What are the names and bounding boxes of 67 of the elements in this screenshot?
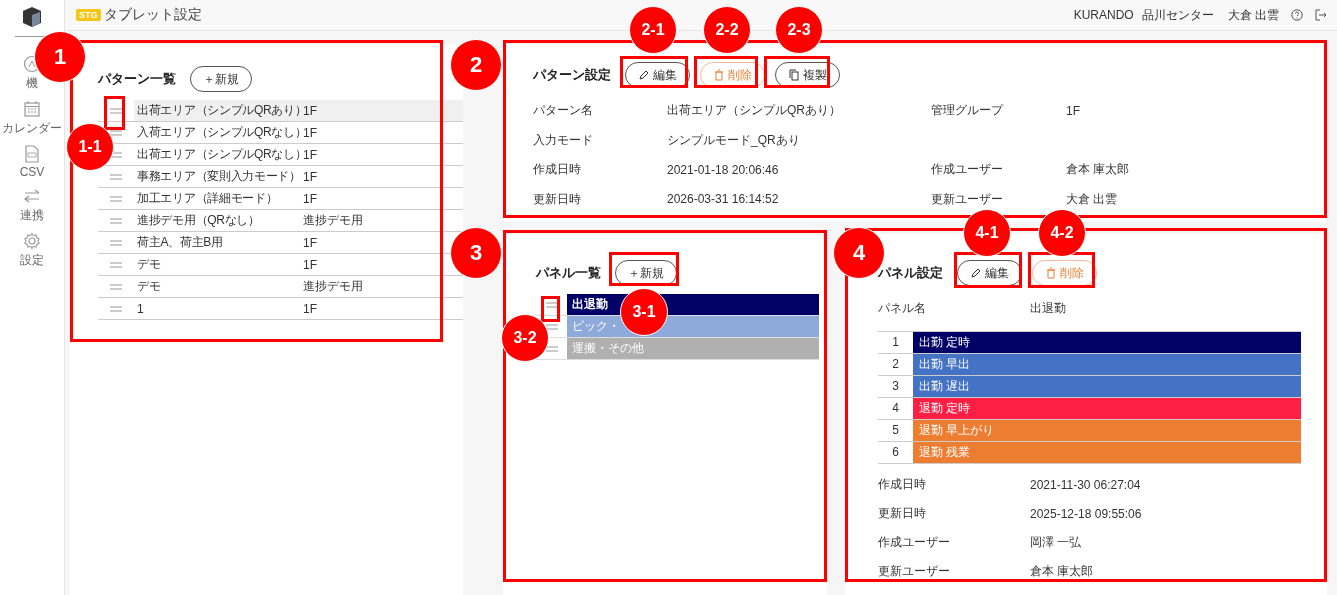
row-number: 1 bbox=[891, 334, 900, 351]
field-value: 1F bbox=[1066, 103, 1081, 118]
panel-button-cell: 出勤 定時 bbox=[913, 332, 1301, 353]
center-name: 品川センター bbox=[1141, 6, 1214, 24]
user-name: 大倉 出雲 bbox=[1227, 6, 1279, 24]
section-title: パターン一覧 bbox=[98, 70, 176, 88]
table-cell-text: デモ bbox=[136, 278, 162, 295]
row-number: 3 bbox=[891, 378, 900, 395]
field-value: 2026-03-31 16:14:52 bbox=[667, 192, 780, 207]
row-number: 2 bbox=[891, 356, 900, 373]
callout-tooltip: 2 bbox=[450, 39, 502, 91]
table-cell-text: 1 bbox=[136, 301, 145, 316]
field-label: 作成日時 bbox=[878, 476, 927, 493]
field-value: 出荷エリア（シンプルQRあり） bbox=[667, 102, 842, 120]
panel-button-cell: 退勤 定時 bbox=[913, 398, 1301, 419]
field-label: 入力モード bbox=[533, 131, 594, 149]
field-value: 大倉 出雲 bbox=[1066, 190, 1119, 208]
field-label: パネル名 bbox=[878, 300, 927, 317]
table-cell-text: 1F bbox=[303, 125, 318, 140]
table-cell-text: 荷主A、荷主B用 bbox=[136, 234, 224, 251]
table-cell-text: 出荷エリア（シンプルQRなし） bbox=[136, 146, 303, 163]
table-cell-text: 1F bbox=[303, 169, 318, 184]
panel-button-cell: 出勤 早出 bbox=[913, 354, 1301, 375]
field-value: 出退勤 bbox=[1030, 300, 1067, 317]
field-label: 更新ユーザー bbox=[931, 190, 1004, 208]
table-cell-text: 入荷エリア（シンプルQRなし） bbox=[136, 124, 303, 141]
table-cell-text: 加工エリア（詳細モード） bbox=[136, 190, 279, 207]
table-cell-text: 進捗デモ用 bbox=[303, 278, 364, 295]
table-cell: 出荷エリア（シンプルQRあり） bbox=[134, 100, 303, 121]
section-title: パネル一覧 bbox=[536, 264, 601, 282]
callout-tooltip: 3 bbox=[450, 227, 502, 279]
table-cell-text: 1F bbox=[303, 301, 318, 316]
field-value: 2025-12-18 09:55:06 bbox=[1030, 506, 1143, 521]
company-name: KURANDO bbox=[1073, 8, 1134, 22]
field-value: 岡澤 一弘 bbox=[1030, 534, 1083, 551]
table-cell: 1F bbox=[303, 100, 463, 121]
field-label: 更新日時 bbox=[533, 190, 582, 208]
field-label: 更新ユーザー bbox=[878, 563, 951, 580]
section-title: パネル設定 bbox=[878, 264, 943, 282]
table-cell-text: 1F bbox=[303, 191, 318, 206]
panel-button-cell: 退勤 早上がり bbox=[913, 420, 1301, 441]
field-label: 作成ユーザー bbox=[878, 534, 951, 551]
panel-button-cell: 出勤 遅出 bbox=[913, 376, 1301, 397]
row-number: 4 bbox=[891, 400, 900, 417]
field-value: シンプルモード_QRあり bbox=[667, 131, 801, 149]
field-label: 更新日時 bbox=[878, 505, 927, 522]
field-label: パターン名 bbox=[533, 102, 594, 120]
table-cell-text: 進捗デモ用（QRなし） bbox=[136, 212, 261, 229]
field-value: 倉本 庫太郎 bbox=[1030, 563, 1095, 580]
table-cell-text: 事務エリア（変則入力モード） bbox=[136, 168, 302, 185]
row-number: 5 bbox=[891, 422, 900, 439]
field-label: 作成ユーザー bbox=[931, 161, 1004, 179]
table-cell-text: 1F bbox=[303, 235, 318, 250]
environment-badge: STG bbox=[76, 9, 101, 21]
field-value: 2021-01-18 20:06:46 bbox=[667, 162, 780, 177]
row-number: 6 bbox=[891, 444, 900, 461]
table-cell-text: 1F bbox=[303, 257, 318, 272]
page-title: タブレット設定 bbox=[103, 6, 202, 24]
field-label: 作成日時 bbox=[533, 161, 582, 179]
table-cell-text: 進捗デモ用 bbox=[303, 212, 364, 229]
section-title: パターン設定 bbox=[533, 66, 611, 84]
field-value: 倉本 庫太郎 bbox=[1066, 161, 1131, 179]
panel-button-cell: 退勤 残業 bbox=[913, 442, 1301, 463]
table-cell-text: デモ bbox=[136, 256, 162, 273]
field-value: 2021-11-30 06:27:04 bbox=[1030, 477, 1142, 492]
field-label: 管理グループ bbox=[931, 102, 1005, 120]
table-cell-text: 1F bbox=[303, 147, 318, 162]
